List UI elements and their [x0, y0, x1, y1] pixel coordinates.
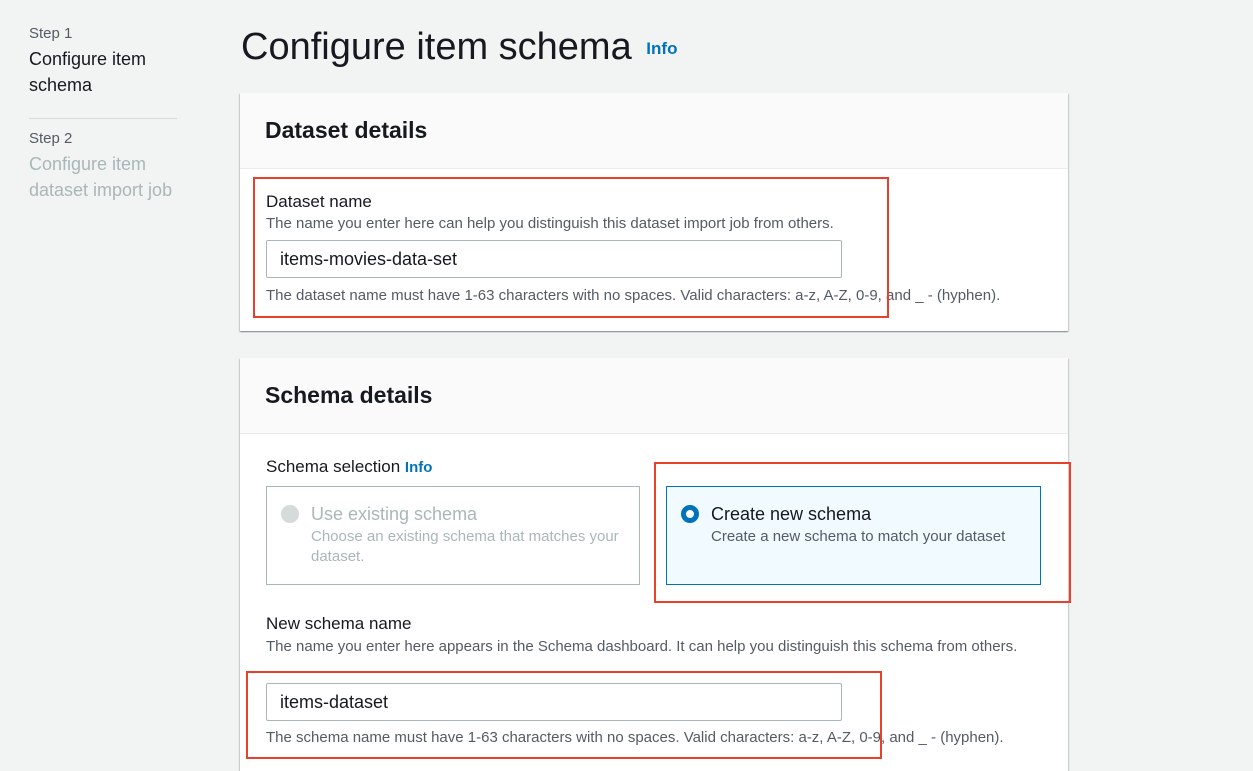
schema-selection-label: Schema selection Info: [266, 456, 432, 479]
dataset-details-panel: Dataset details Dataset name The name yo…: [240, 93, 1068, 331]
step-divider: [29, 118, 177, 119]
dataset-details-heading: Dataset details: [265, 117, 428, 143]
schema-selection-info-link[interactable]: Info: [405, 459, 433, 476]
create-new-schema-option[interactable]: Create new schema Create a new schema to…: [666, 486, 1041, 585]
step-1-title: Configure item schema: [29, 49, 147, 95]
radio-disabled-icon: [281, 505, 299, 523]
schema-details-header: Schema details: [240, 358, 1068, 434]
wizard-steps-nav: Step 1 Configure item schema Step 2 Conf…: [29, 24, 177, 203]
create-new-schema-title: Create new schema: [711, 504, 872, 524]
step-2-number: Step 2: [29, 130, 73, 147]
page-title-text: Configure item schema: [241, 26, 632, 68]
dataset-name-input[interactable]: [266, 240, 842, 278]
new-schema-name-label: New schema name: [266, 614, 412, 633]
use-existing-schema-description: Choose an existing schema that matches y…: [311, 528, 619, 565]
create-new-schema-description: Create a new schema to match your datase…: [711, 528, 1006, 545]
new-schema-name-description: The name you enter here appears in the S…: [266, 638, 1018, 655]
page-title: Configure item schema Info: [241, 24, 677, 72]
schema-selection-label-text: Schema selection: [266, 457, 401, 476]
radio-checked-icon: [681, 505, 699, 523]
dataset-name-description: The name you enter here can help you dis…: [266, 215, 834, 232]
dataset-name-label: Dataset name: [266, 192, 372, 211]
step-1: Step 1 Configure item schema: [29, 24, 177, 98]
use-existing-schema-title: Use existing schema: [311, 504, 478, 524]
dataset-name-constraint: The dataset name must have 1-63 characte…: [266, 287, 1001, 304]
page-info-link[interactable]: Info: [646, 39, 677, 58]
schema-details-heading: Schema details: [265, 382, 433, 408]
step-2-title: Configure item dataset import job: [29, 154, 173, 200]
step-1-number: Step 1: [29, 25, 73, 42]
new-schema-name-constraint: The schema name must have 1-63 character…: [266, 729, 1004, 746]
new-schema-name-input[interactable]: [266, 683, 842, 721]
use-existing-schema-option[interactable]: Use existing schema Choose an existing s…: [266, 486, 640, 585]
schema-details-panel: Schema details Schema selection Info Use…: [240, 358, 1068, 771]
dataset-details-header: Dataset details: [240, 93, 1068, 169]
step-2: Step 2 Configure item dataset import job: [29, 129, 177, 203]
